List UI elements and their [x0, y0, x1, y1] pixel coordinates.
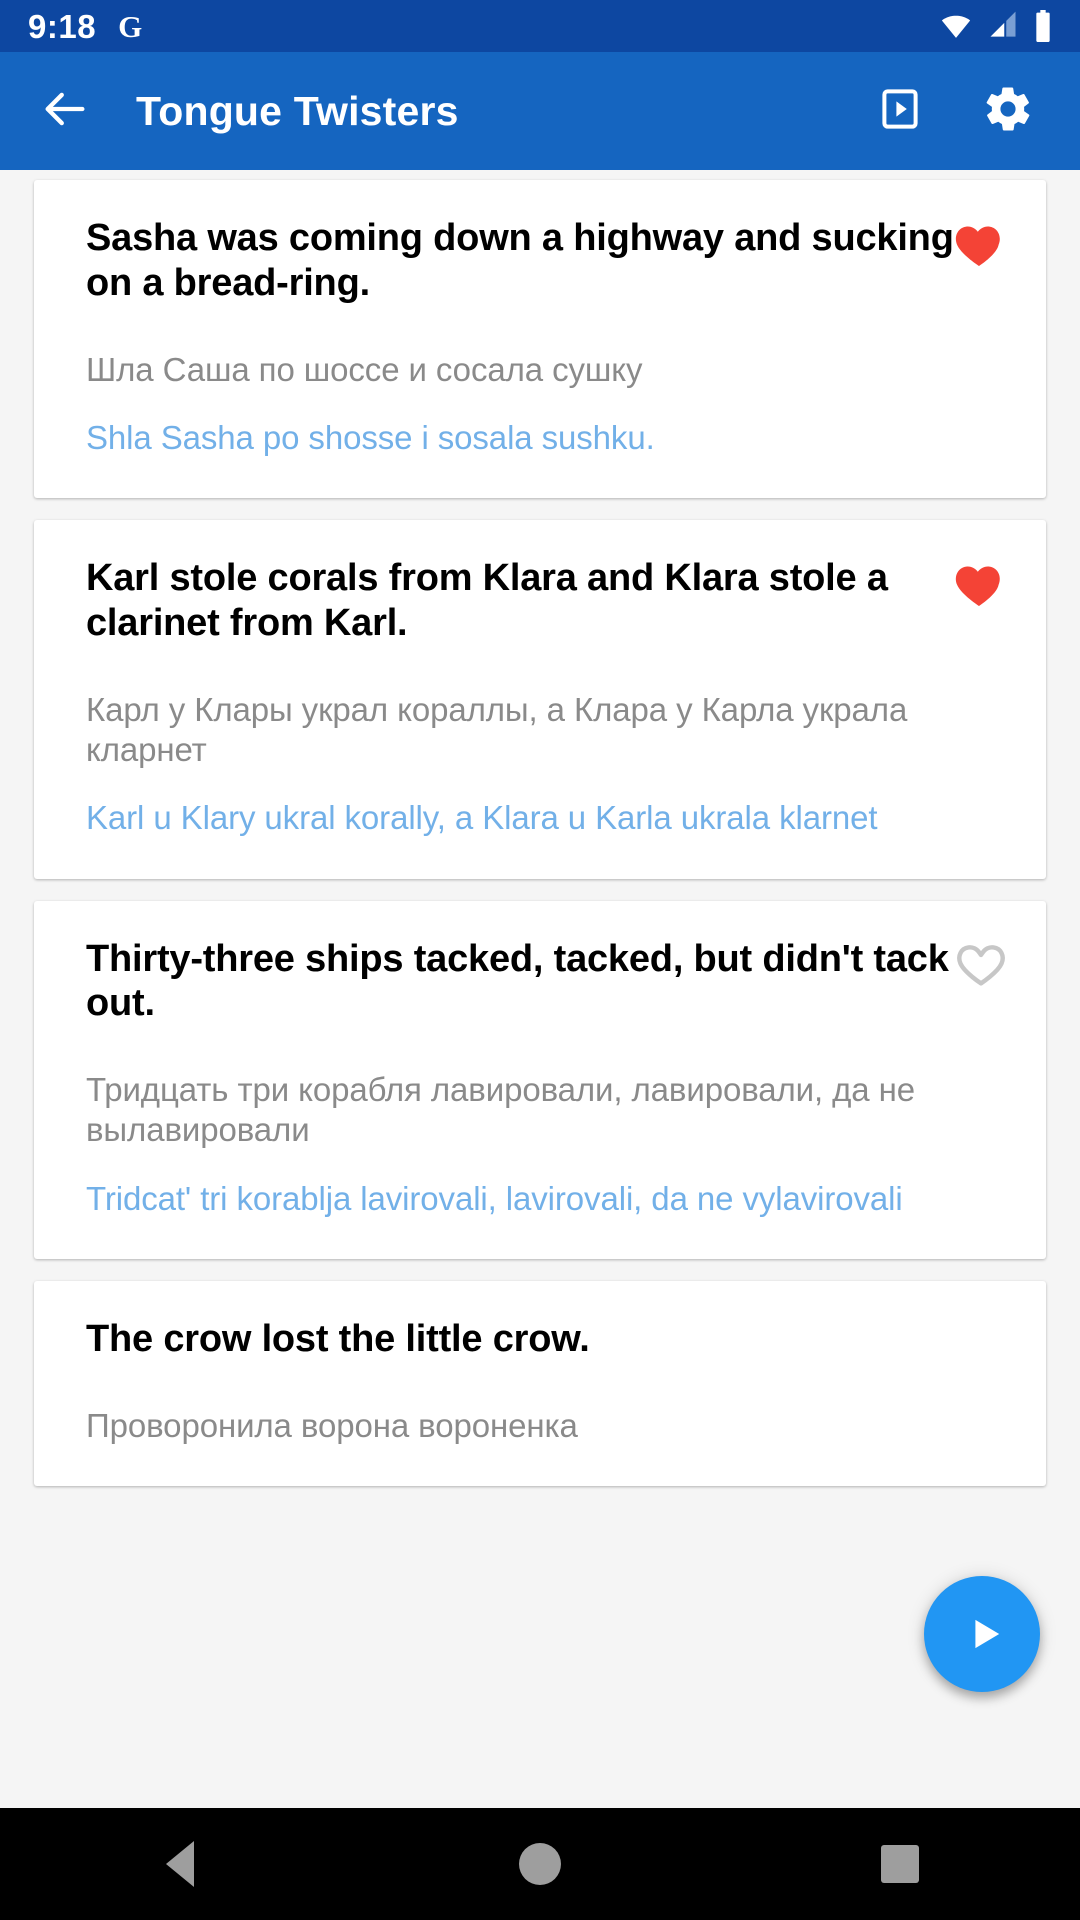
card-transliteration-text: Tridcat' tri korablja lavirovali, laviro… — [86, 1179, 903, 1217]
android-navigation-bar — [0, 1808, 1080, 1920]
card-original-text: Тридцать три корабля лавировали, лавиров… — [86, 1071, 915, 1149]
cellular-signal-icon — [986, 11, 1020, 41]
phone-screen: 9:18 G Tongue Twisters Sasha was coming … — [0, 0, 1080, 1920]
card-original-text: Проворонила ворона вороненка — [86, 1406, 578, 1444]
nav-recents-button[interactable] — [840, 1808, 960, 1920]
list-item[interactable]: Karl stole corals from Klara and Klara s… — [34, 520, 1046, 879]
card-original-text: Шла Саша по шоссе и сосала сушку — [86, 350, 643, 388]
play-icon — [956, 1611, 1008, 1657]
card-title: Sasha was coming down a highway and suck… — [86, 217, 954, 304]
status-bar: 9:18 G — [0, 0, 1080, 52]
heart-filled-icon — [951, 217, 1007, 273]
settings-gear-icon — [982, 83, 1034, 140]
card-title: Karl stole corals from Klara and Klara s… — [86, 557, 888, 644]
page-title: Tongue Twisters — [136, 87, 459, 134]
arrow-back-icon — [39, 83, 91, 140]
favorite-button[interactable] — [952, 935, 1010, 993]
card-original-text: Карл у Клары украл кораллы, а Клара у Ка… — [86, 690, 908, 769]
nav-home-button[interactable] — [480, 1808, 600, 1920]
status-bar-left: 9:18 G — [28, 10, 142, 43]
back-triangle-icon — [166, 1841, 194, 1887]
heart-filled-icon — [951, 557, 1007, 613]
nav-back-button[interactable] — [120, 1808, 240, 1920]
list-item[interactable]: The crow lost the little crow. Проворони… — [34, 1280, 1046, 1487]
play-fab-button[interactable] — [924, 1576, 1040, 1692]
app-bar-actions — [872, 83, 1050, 139]
card-transliteration-text: Shla Sasha po shosse i sosala sushku. — [86, 418, 655, 456]
card-title: Thirty-three ships tacked, tacked, but d… — [86, 937, 949, 1025]
list-item[interactable]: Thirty-three ships tacked, tacked, but d… — [34, 900, 1046, 1259]
status-clock: 9:18 — [28, 7, 97, 45]
app-bar: Tongue Twisters — [0, 52, 1080, 170]
google-assistant-icon: G — [118, 8, 143, 44]
slideshow-icon — [876, 85, 924, 138]
heart-outline-icon — [953, 936, 1009, 992]
status-bar-right — [938, 10, 1054, 42]
home-circle-icon — [519, 1843, 561, 1885]
battery-icon — [1032, 10, 1054, 42]
settings-button[interactable] — [980, 83, 1036, 139]
card-title: The crow lost the little crow. — [86, 1317, 590, 1360]
wifi-icon — [938, 11, 974, 41]
back-button[interactable] — [34, 80, 96, 142]
favorite-button[interactable] — [950, 216, 1008, 274]
list-item[interactable]: Sasha was coming down a highway and suck… — [34, 180, 1046, 499]
recents-square-icon — [881, 1845, 919, 1883]
tongue-twister-list[interactable]: Sasha was coming down a highway and suck… — [0, 170, 1080, 1920]
slideshow-button[interactable] — [872, 83, 928, 139]
card-transliteration-text: Karl u Klary ukral korally, a Klara u Ka… — [86, 799, 878, 837]
favorite-button[interactable] — [950, 556, 1008, 614]
